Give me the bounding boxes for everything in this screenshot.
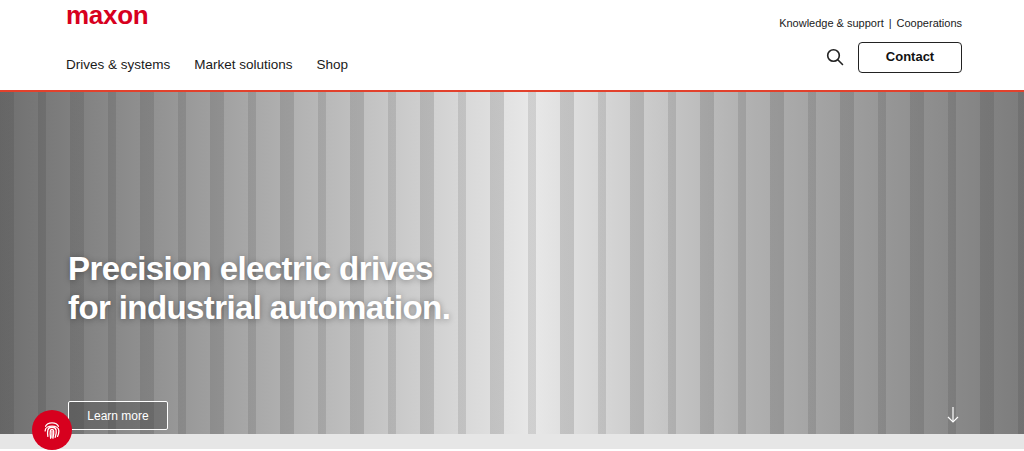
nav-item[interactable]: Shop <box>317 55 349 75</box>
nav-item[interactable]: Market solutions <box>194 55 292 75</box>
link-separator: | <box>889 15 892 32</box>
arrow-down-icon <box>946 406 960 424</box>
headline-line: Precision electric drives <box>68 250 1024 289</box>
hero-headline: Precision electric drivesfor industrial … <box>68 250 1024 327</box>
header-tools: Contact <box>826 42 962 90</box>
fingerprint-icon <box>41 419 63 441</box>
top-link[interactable]: Knowledge & support <box>779 15 884 32</box>
bottom-strip <box>0 434 1024 449</box>
top-links: Knowledge & support | Cooperations <box>779 15 962 32</box>
nav-item[interactable]: Drives & systems <box>66 55 170 75</box>
contact-button[interactable]: Contact <box>858 42 962 73</box>
search-button[interactable] <box>826 48 844 66</box>
scroll-down-button[interactable] <box>946 406 960 424</box>
privacy-settings-button[interactable] <box>32 410 72 450</box>
hero-banner: Precision electric drivesfor industrial … <box>0 92 1024 434</box>
header-left: maxon Drives & systems Market solutions Sho… <box>66 0 348 90</box>
top-link[interactable]: Cooperations <box>897 15 962 32</box>
site-header: maxon Drives & systems Market solutions Sho… <box>0 0 1024 92</box>
main-nav: Drives & systems Market solutions Shop <box>66 55 348 90</box>
search-icon <box>826 48 844 66</box>
header-right: Knowledge & support | Cooperations Contact <box>779 0 962 90</box>
headline-line: for industrial automation. <box>68 289 1024 328</box>
learn-more-button[interactable]: Learn more <box>68 401 168 430</box>
logo[interactable]: maxon <box>66 2 348 28</box>
